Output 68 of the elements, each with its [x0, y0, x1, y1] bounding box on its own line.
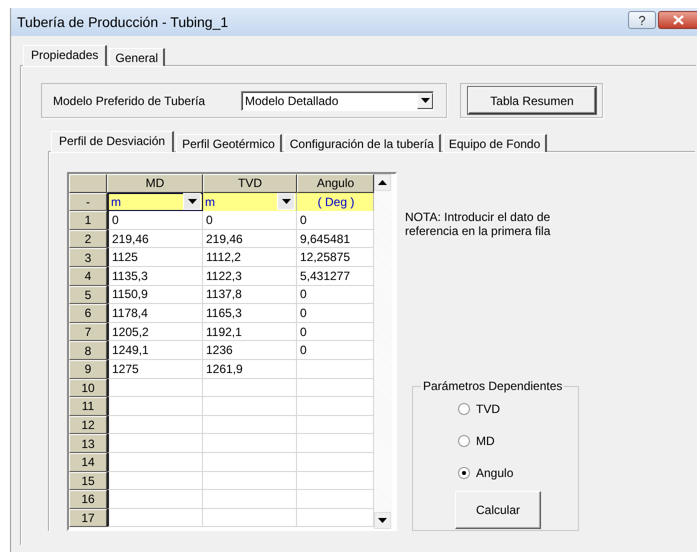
close-icon — [672, 15, 684, 25]
row-header: 10 — [69, 378, 107, 398]
radio-button[interactable] — [458, 467, 470, 479]
radio-label[interactable]: MD — [476, 434, 495, 448]
down-arrow-icon — [378, 518, 387, 523]
note-text: NOTA: Introducir el dato de referencia en la primera fila — [405, 210, 552, 238]
table-cell: 219,46 — [107, 230, 203, 248]
row-header: 7 — [69, 322, 107, 342]
row-header: - — [69, 192, 107, 212]
group-title: Parámetros Dependientes — [421, 379, 564, 393]
unit-dropdown[interactable]: m — [203, 192, 297, 212]
row-header: 9 — [69, 360, 107, 379]
tab[interactable]: Equipo de Fondo — [442, 134, 548, 152]
row-header: 14 — [69, 452, 107, 472]
column-header[interactable]: TVD — [203, 174, 297, 193]
column-header[interactable]: Angulo — [297, 174, 374, 193]
row-header: 1 — [69, 211, 107, 230]
row-header: 16 — [69, 490, 107, 509]
table-cell: 1165,3 — [203, 304, 297, 323]
radio-label[interactable]: Angulo — [476, 466, 514, 480]
row-header: 11 — [69, 397, 107, 416]
table-cell: 1178,4 — [107, 304, 203, 323]
window-title: Tubería de Producción - Tubing_1 — [17, 14, 228, 30]
table-cell: 219,46 — [203, 230, 297, 248]
row-header: 12 — [69, 416, 107, 434]
column-header[interactable]: MD — [107, 174, 203, 193]
table-cell: 1261,9 — [203, 360, 297, 379]
help-button[interactable]: ? — [628, 11, 656, 29]
table-cell: 1275 — [107, 360, 203, 379]
up-arrow-icon — [378, 180, 387, 185]
unit-dropdown[interactable]: m — [107, 192, 203, 212]
table-cell: 1135,3 — [107, 266, 203, 286]
table-cell: 1192,1 — [203, 322, 297, 342]
table-cell: 0 — [107, 211, 203, 230]
tab[interactable]: Configuración de la tubería — [284, 134, 441, 152]
table-cell: 1125 — [107, 248, 203, 267]
row-header: 2 — [69, 230, 107, 248]
table-cell: 1112,2 — [203, 248, 297, 267]
model-dropdown[interactable]: Modelo Detallado — [241, 90, 434, 110]
row-header: 5 — [69, 286, 107, 304]
table-cell: 0 — [203, 211, 297, 230]
row-header: 3 — [69, 248, 107, 267]
scroll-up-button[interactable] — [374, 174, 391, 191]
radio-button[interactable] — [458, 435, 470, 447]
summary-table-button[interactable]: Tabla Resumen — [468, 87, 596, 114]
row-header: 8 — [69, 341, 107, 360]
tab[interactable]: Perfil de Desviación — [51, 131, 174, 152]
close-button[interactable] — [658, 11, 697, 29]
table-cell: 1150,9 — [107, 286, 203, 304]
calculate-button[interactable]: Calcular — [455, 491, 541, 529]
table-cell: 1122,3 — [203, 266, 297, 286]
table-cell: 1137,8 — [203, 286, 297, 304]
row-header: 13 — [69, 434, 107, 453]
table-cell: 1205,2 — [107, 322, 203, 342]
table-cell: 1249,1 — [107, 341, 203, 360]
field-label: Modelo Preferido de Tubería — [53, 94, 206, 108]
tab[interactable]: Perfil Geotérmico — [176, 134, 282, 152]
radio-label[interactable]: TVD — [476, 402, 500, 416]
row-header: 4 — [69, 266, 107, 286]
unit-label: ( Deg ) — [297, 192, 374, 212]
scroll-down-button[interactable] — [374, 512, 391, 529]
table-cell: 1236 — [203, 341, 297, 360]
tab[interactable]: Propiedades — [23, 45, 108, 66]
row-header: 6 — [69, 304, 107, 323]
tab[interactable]: General — [109, 48, 166, 66]
radio-button[interactable] — [458, 403, 470, 415]
row-header: 15 — [69, 472, 107, 490]
row-header: 17 — [69, 508, 107, 528]
